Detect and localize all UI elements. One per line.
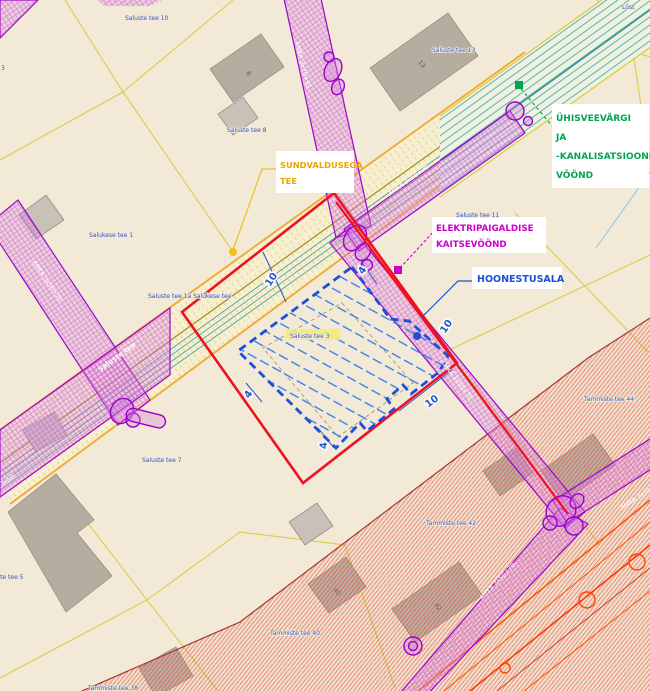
- parcel-label-salukese1: Salukese tee 1: [89, 232, 133, 239]
- parcel-label-saluste8: Saluste tee 8: [227, 127, 267, 134]
- map-canvas[interactable]: 13 8 40 42: [0, 0, 650, 691]
- dim-4-south: 4: [319, 442, 330, 449]
- elekter-label-line1: ELEKTRIPAIGALDISE: [436, 224, 534, 234]
- parcel-label-saluste13: Saluste tee 13: [432, 47, 475, 54]
- parcel-label-saluste3: Saluste tee 3: [290, 333, 330, 340]
- parcel-label-saluste5: Saluste tee 5: [0, 574, 24, 581]
- hoonestus-label-line1: HOONESTUSALA: [477, 274, 565, 285]
- dot-uvk: [515, 81, 523, 89]
- parcel-label-tammiste40: Tammiste tee 40: [269, 630, 320, 637]
- uvk-label-line2: JA: [555, 133, 566, 143]
- parcel-label-tammiste38: Tammiste tee 38: [87, 685, 138, 691]
- parcel-label-edge3: 3: [1, 65, 5, 72]
- uvk-label-line1: ÜHISVEEVÄRGI: [556, 113, 631, 124]
- elekter-label-line2: KAITSEVÖÖND: [436, 239, 507, 250]
- parcel-label-tammiste44: Tammiste tee 44: [583, 396, 634, 403]
- parcel-label-lust: Lüst: [622, 4, 635, 11]
- dot-sundvaldus: [229, 248, 237, 256]
- sundvaldus-label-line2: TEE: [280, 176, 297, 186]
- parcel-label-saluste7: Saluste tee 7: [142, 457, 182, 464]
- parcel-label-saluste10: Saluste tee 10: [125, 15, 168, 22]
- uvk-label-line3: -KANALISATSIOONI: [556, 152, 650, 162]
- sundvaldus-label-box: [276, 151, 354, 193]
- sundvaldus-label-line1: SUNDVALDUSEGA: [280, 160, 363, 170]
- dot-elekter: [394, 266, 402, 274]
- parcel-label-saluste1a: Saluste tee 1a Salukese tee: [148, 293, 232, 300]
- parcel-label-tammiste42: Tammiste tee 42: [425, 520, 476, 527]
- parcel-label-saluste11: Saluste tee 11: [456, 212, 499, 219]
- uvk-label-line4: VÖÖND: [556, 170, 593, 181]
- dot-hoonestus: [413, 332, 421, 340]
